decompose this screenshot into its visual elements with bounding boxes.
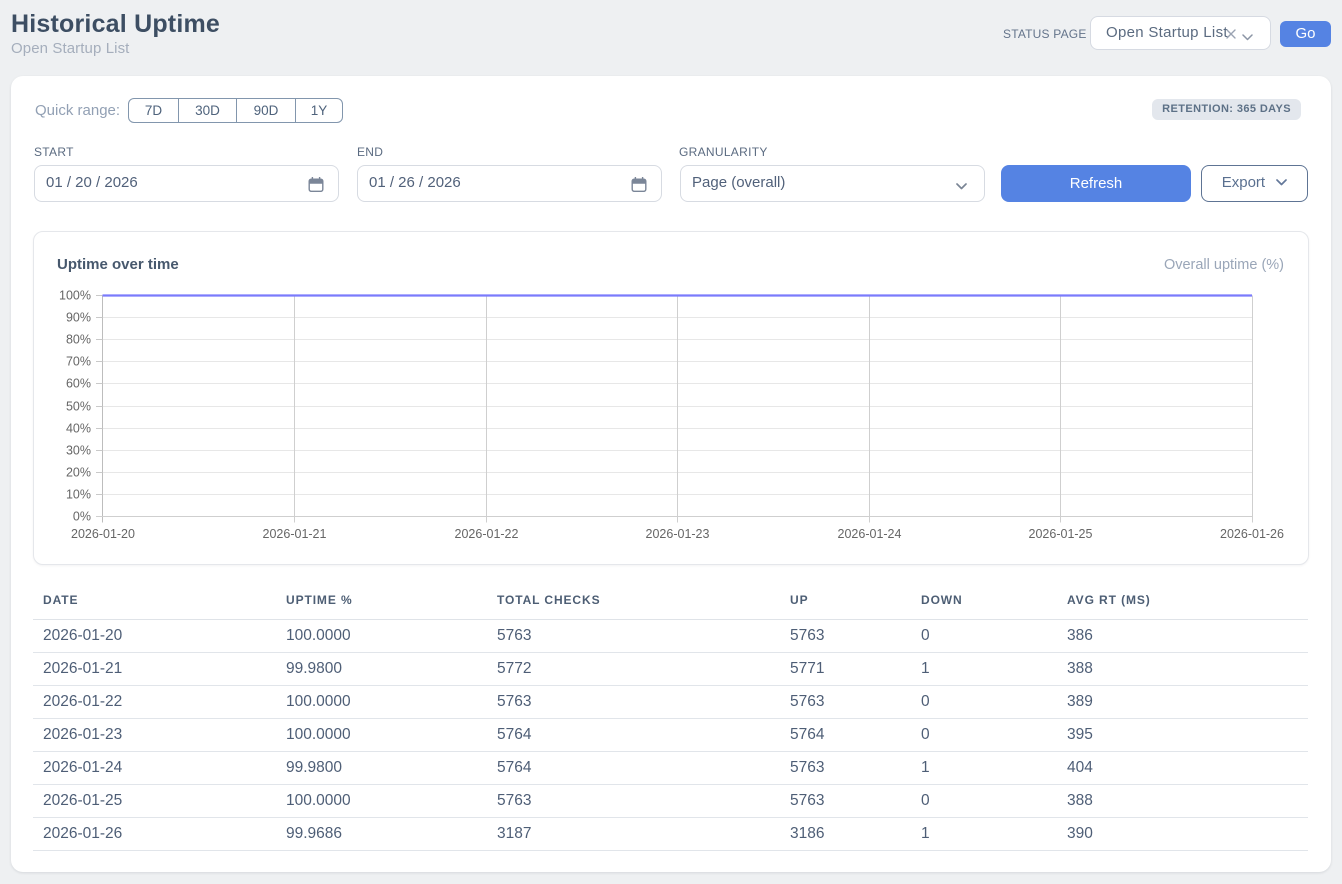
svg-text:40%: 40%	[66, 422, 91, 436]
svg-text:90%: 90%	[66, 311, 91, 325]
svg-text:10%: 10%	[66, 488, 91, 502]
svg-text:2026-01-26: 2026-01-26	[1220, 527, 1284, 541]
svg-text:30%: 30%	[66, 444, 91, 458]
svg-text:80%: 80%	[66, 333, 91, 347]
svg-text:20%: 20%	[66, 466, 91, 480]
svg-text:50%: 50%	[66, 400, 91, 414]
svg-text:2026-01-20: 2026-01-20	[71, 527, 135, 541]
svg-text:0%: 0%	[73, 510, 91, 524]
svg-text:2026-01-24: 2026-01-24	[838, 527, 902, 541]
svg-text:2026-01-21: 2026-01-21	[263, 527, 327, 541]
svg-text:2026-01-23: 2026-01-23	[646, 527, 710, 541]
svg-text:70%: 70%	[66, 355, 91, 369]
svg-text:2026-01-22: 2026-01-22	[455, 527, 519, 541]
svg-text:60%: 60%	[66, 377, 91, 391]
svg-text:100%: 100%	[59, 289, 91, 303]
svg-text:2026-01-25: 2026-01-25	[1029, 527, 1093, 541]
